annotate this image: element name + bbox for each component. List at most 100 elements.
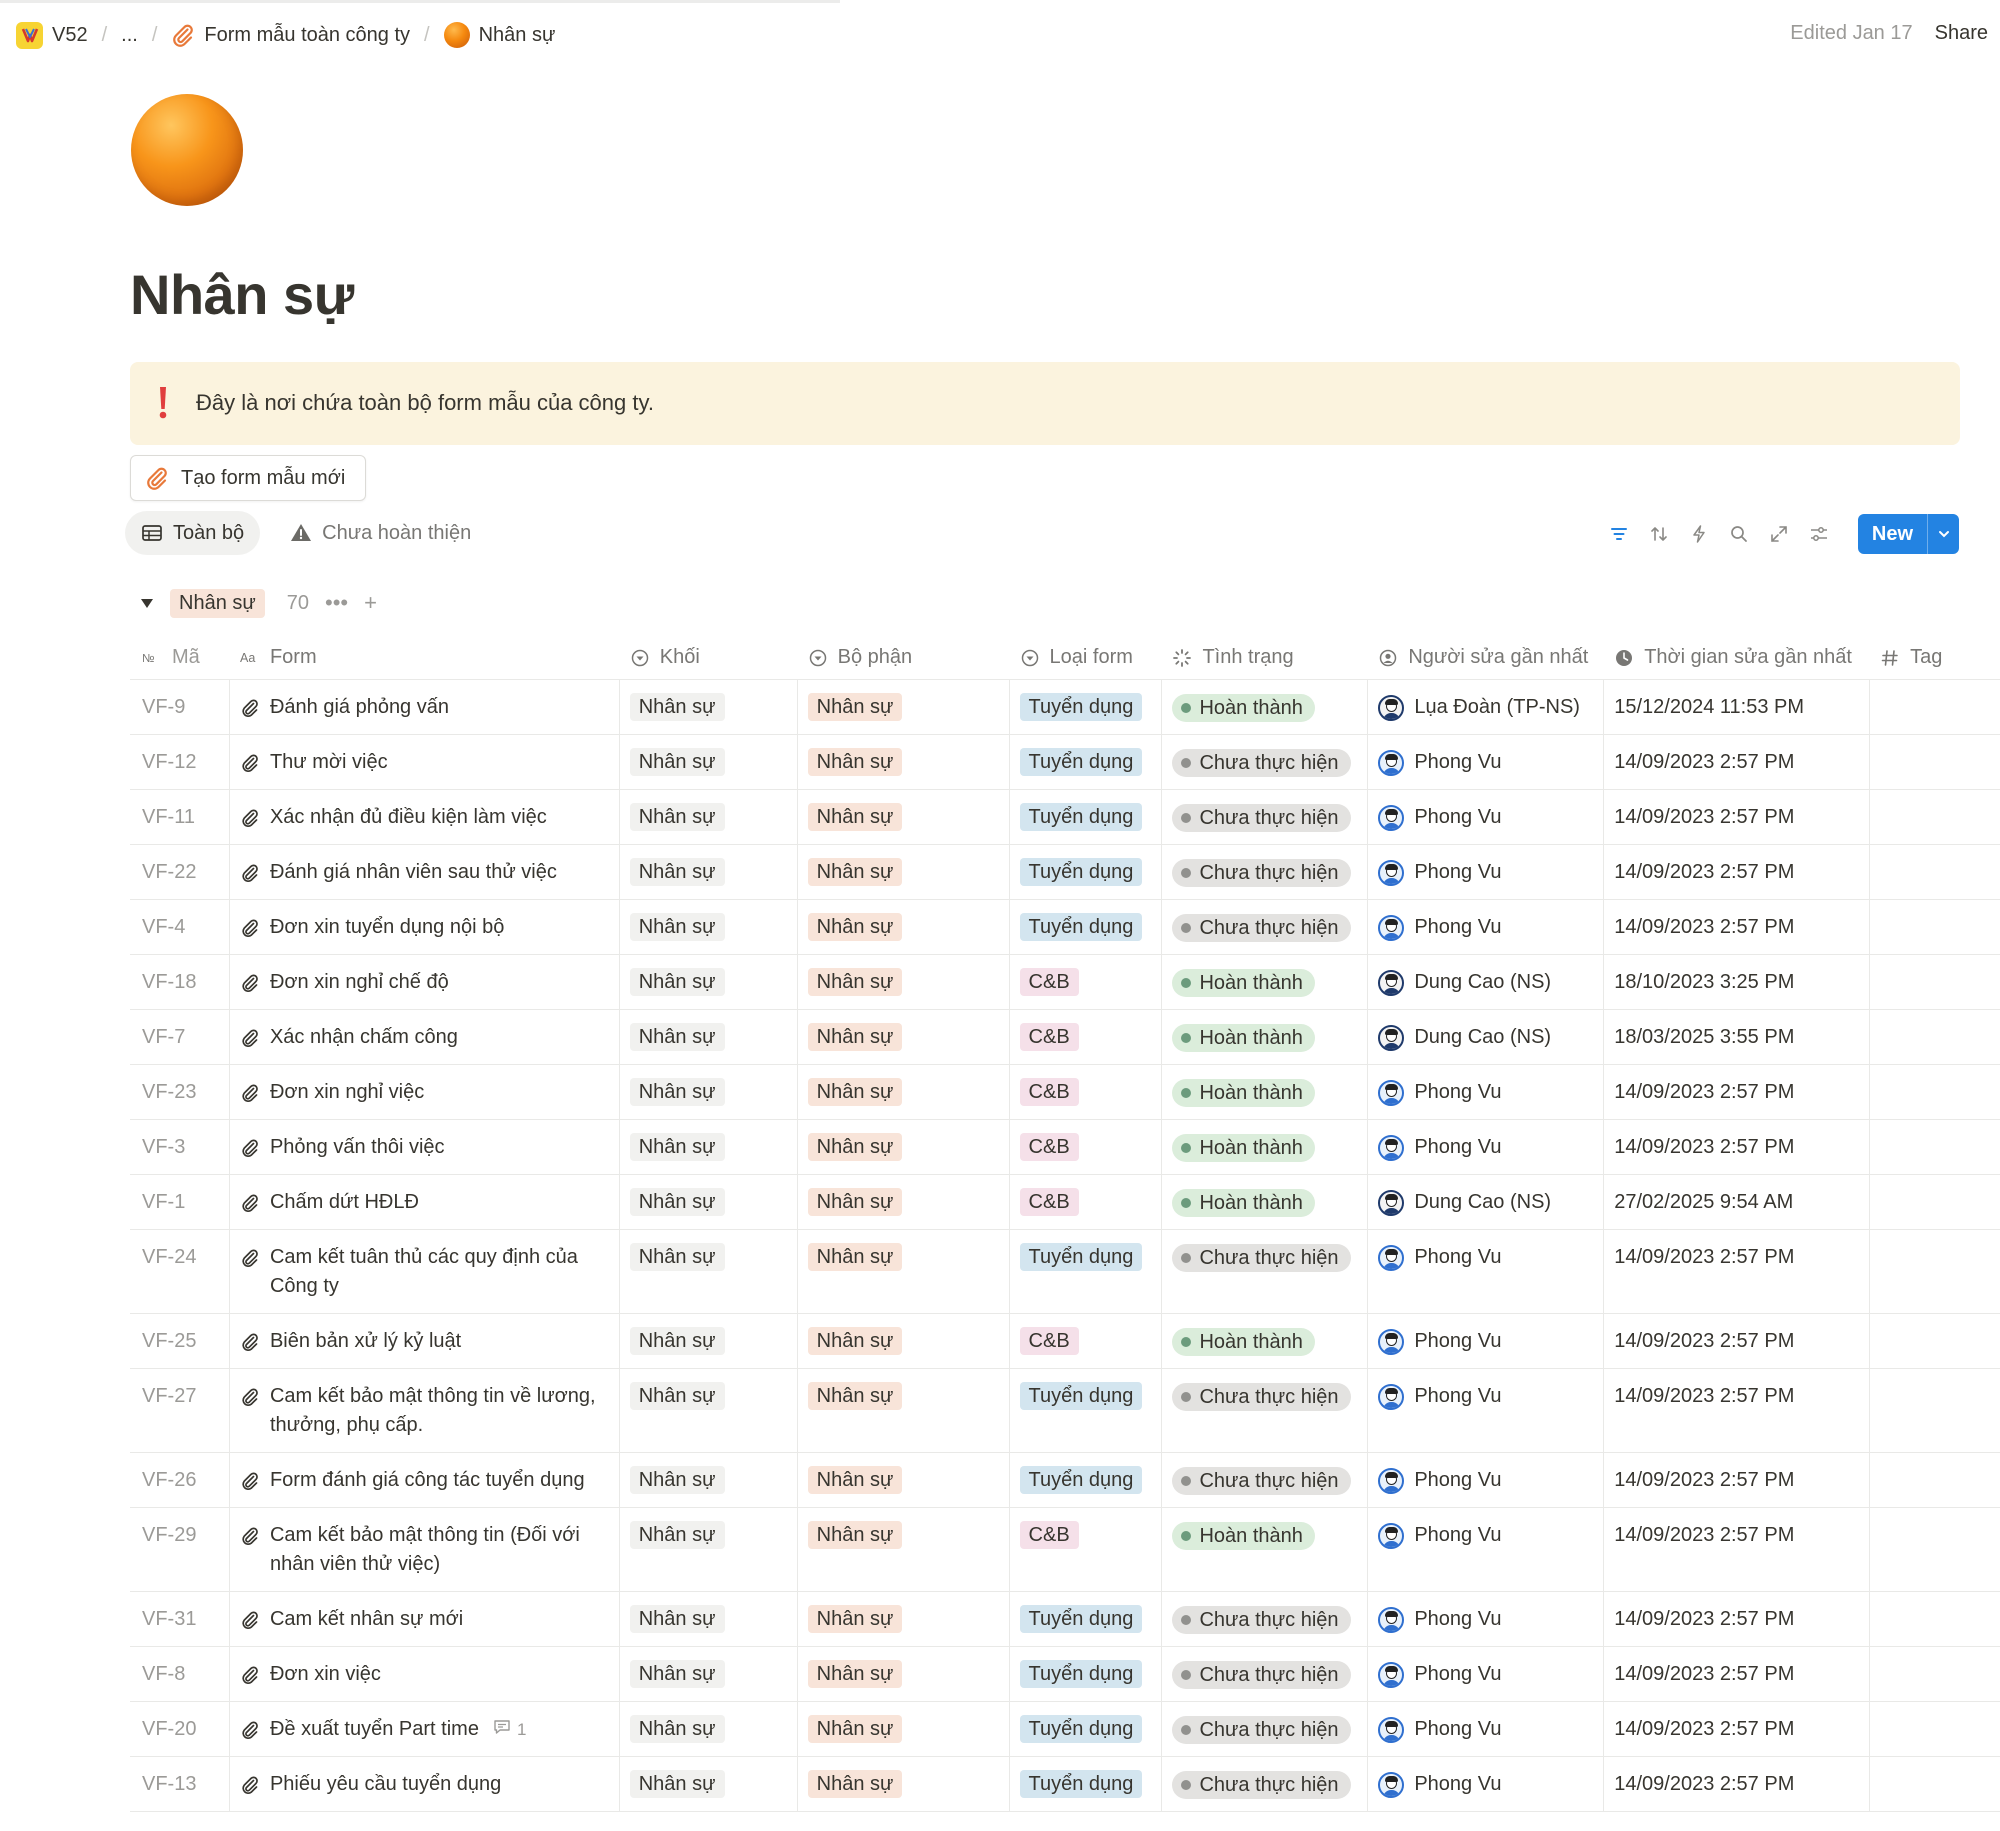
edited-timestamp[interactable]: Edited Jan 17 [1790, 22, 1912, 45]
cell-bophan[interactable]: Nhân sự [798, 680, 1010, 734]
table-row[interactable]: VF-9 Đánh giá phỏng vấn Nhân sự Nhân sự Tuyể… [130, 680, 2000, 735]
page-title[interactable]: Nhân sự [130, 262, 354, 327]
cell-tinhtrang[interactable]: Hoàn thành [1162, 1314, 1369, 1368]
new-button-label[interactable]: New [1858, 514, 1927, 554]
cell-nguoisua[interactable]: Phong Vu [1368, 900, 1605, 954]
cell-khoi[interactable]: Nhân sự [620, 1592, 798, 1646]
page-icon-orange-circle[interactable] [131, 94, 243, 206]
cell-nguoisua[interactable]: Phong Vu [1368, 1592, 1605, 1646]
cell-tag[interactable] [1870, 1647, 2000, 1701]
cell-code[interactable]: VF-20 [130, 1702, 230, 1756]
cell-tag[interactable] [1870, 1230, 2000, 1313]
form-title[interactable]: Cam kết tuân thủ các quy định của Công t… [270, 1246, 578, 1297]
cell-tinhtrang[interactable]: Chưa thực hiện [1162, 1702, 1369, 1756]
cell-form[interactable]: Đơn xin nghỉ chế độ [230, 955, 620, 1009]
cell-bophan[interactable]: Nhân sự [798, 790, 1010, 844]
cell-bophan[interactable]: Nhân sự [798, 1369, 1010, 1452]
cell-form[interactable]: Cam kết bảo mật thông tin (Đối với nhân … [230, 1508, 620, 1591]
cell-bophan[interactable]: Nhân sự [798, 1065, 1010, 1119]
cell-bophan[interactable]: Nhân sự [798, 845, 1010, 899]
cell-loaiform[interactable]: Tuyển dụng [1010, 845, 1163, 899]
form-title[interactable]: Xác nhận chấm công [270, 1026, 458, 1048]
cell-bophan[interactable]: Nhân sự [798, 1702, 1010, 1756]
cell-thoigian[interactable]: 14/09/2023 2:57 PM [1604, 1702, 1871, 1756]
cell-code[interactable]: VF-13 [130, 1757, 230, 1811]
cell-nguoisua[interactable]: Lụa Đoàn (TP-NS) [1368, 680, 1605, 734]
cell-bophan[interactable]: Nhân sự [798, 1647, 1010, 1701]
cell-bophan[interactable]: Nhân sự [798, 1592, 1010, 1646]
form-title[interactable]: Thư mời việc [270, 751, 388, 773]
cell-tinhtrang[interactable]: Chưa thực hiện [1162, 1230, 1369, 1313]
cell-tag[interactable] [1870, 1120, 2000, 1174]
breadcrumb-ellipsis[interactable]: ... [121, 24, 138, 47]
column-header-tag[interactable]: Tag [1870, 636, 2000, 679]
cell-tinhtrang[interactable]: Hoàn thành [1162, 1120, 1369, 1174]
cell-tag[interactable] [1870, 1010, 2000, 1064]
cell-khoi[interactable]: Nhân sự [620, 1702, 798, 1756]
cell-bophan[interactable]: Nhân sự [798, 955, 1010, 1009]
form-title[interactable]: Đơn xin tuyển dụng nội bộ [270, 916, 504, 938]
cell-tag[interactable] [1870, 900, 2000, 954]
table-row[interactable]: VF-12 Thư mời việc Nhân sự Nhân sự Tuyển dụn… [130, 735, 2000, 790]
new-button[interactable]: New [1857, 514, 1959, 554]
cell-tag[interactable] [1870, 1702, 2000, 1756]
cell-tag[interactable] [1870, 1453, 2000, 1507]
cell-loaiform[interactable]: Tuyển dụng [1010, 1702, 1163, 1756]
cell-form[interactable]: Cam kết tuân thủ các quy định của Công t… [230, 1230, 620, 1313]
cell-khoi[interactable]: Nhân sự [620, 845, 798, 899]
cell-loaiform[interactable]: C&B [1010, 1120, 1163, 1174]
cell-tinhtrang[interactable]: Hoàn thành [1162, 1508, 1369, 1591]
cell-khoi[interactable]: Nhân sự [620, 1230, 798, 1313]
cell-form[interactable]: Phiếu yêu cầu tuyển dụng [230, 1757, 620, 1811]
cell-loaiform[interactable]: Tuyển dụng [1010, 1230, 1163, 1313]
cell-bophan[interactable]: Nhân sự [798, 1508, 1010, 1591]
cell-thoigian[interactable]: 14/09/2023 2:57 PM [1604, 1314, 1871, 1368]
cell-bophan[interactable]: Nhân sự [798, 735, 1010, 789]
cell-code[interactable]: VF-7 [130, 1010, 230, 1064]
cell-form[interactable]: Thư mời việc [230, 735, 620, 789]
column-header-loaiform[interactable]: Loại form [1010, 636, 1163, 679]
settings-icon[interactable] [1808, 523, 1830, 545]
cell-nguoisua[interactable]: Phong Vu [1368, 735, 1605, 789]
cell-thoigian[interactable]: 14/09/2023 2:57 PM [1604, 735, 1871, 789]
cell-tag[interactable] [1870, 1369, 2000, 1452]
cell-thoigian[interactable]: 14/09/2023 2:57 PM [1604, 1230, 1871, 1313]
cell-loaiform[interactable]: C&B [1010, 1175, 1163, 1229]
cell-tinhtrang[interactable]: Chưa thực hiện [1162, 900, 1369, 954]
cell-code[interactable]: VF-3 [130, 1120, 230, 1174]
cell-thoigian[interactable]: 14/09/2023 2:57 PM [1604, 900, 1871, 954]
form-title[interactable]: Đánh giá phỏng vấn [270, 696, 449, 718]
column-header-tinhtrang[interactable]: Tình trạng [1162, 636, 1368, 679]
cell-thoigian[interactable]: 18/03/2025 3:55 PM [1604, 1010, 1871, 1064]
cell-khoi[interactable]: Nhân sự [620, 1065, 798, 1119]
cell-tinhtrang[interactable]: Chưa thực hiện [1162, 1757, 1369, 1811]
filter-icon[interactable] [1608, 523, 1630, 545]
cell-code[interactable]: VF-22 [130, 845, 230, 899]
cell-nguoisua[interactable]: Phong Vu [1368, 845, 1605, 899]
form-title[interactable]: Cam kết nhân sự mới [270, 1608, 463, 1630]
comment-count[interactable]: 1 [493, 1715, 526, 1744]
create-template-button[interactable]: Tạo form mẫu mới [130, 455, 366, 501]
cell-khoi[interactable]: Nhân sự [620, 1647, 798, 1701]
cell-form[interactable]: Form đánh giá công tác tuyển dụng [230, 1453, 620, 1507]
cell-tinhtrang[interactable]: Hoàn thành [1162, 680, 1369, 734]
cell-khoi[interactable]: Nhân sự [620, 1314, 798, 1368]
cell-thoigian[interactable]: 14/09/2023 2:57 PM [1604, 1120, 1871, 1174]
cell-khoi[interactable]: Nhân sự [620, 1453, 798, 1507]
cell-code[interactable]: VF-25 [130, 1314, 230, 1368]
table-row[interactable]: VF-1 Chấm dứt HĐLĐ Nhân sự Nhân sự C&B Hoàn t… [130, 1175, 2000, 1230]
cell-tinhtrang[interactable]: Hoàn thành [1162, 1065, 1369, 1119]
cell-loaiform[interactable]: Tuyển dụng [1010, 900, 1163, 954]
form-title[interactable]: Đơn xin nghỉ chế độ [270, 971, 449, 993]
column-header-thoigian[interactable]: Thời gian sửa gần nhất [1604, 636, 1870, 679]
form-title[interactable]: Đơn xin việc [270, 1663, 381, 1685]
cell-khoi[interactable]: Nhân sự [620, 680, 798, 734]
caret-down-icon[interactable] [140, 596, 154, 610]
cell-loaiform[interactable]: Tuyển dụng [1010, 1592, 1163, 1646]
cell-loaiform[interactable]: Tuyển dụng [1010, 1757, 1163, 1811]
table-row[interactable]: VF-11 Xác nhận đủ điều kiện làm việc Nhân … [130, 790, 2000, 845]
cell-thoigian[interactable]: 27/02/2025 9:54 AM [1604, 1175, 1871, 1229]
table-row[interactable]: VF-7 Xác nhận chấm công Nhân sự Nhân sự C&B H… [130, 1010, 2000, 1065]
cell-bophan[interactable]: Nhân sự [798, 1453, 1010, 1507]
cell-code[interactable]: VF-1 [130, 1175, 230, 1229]
